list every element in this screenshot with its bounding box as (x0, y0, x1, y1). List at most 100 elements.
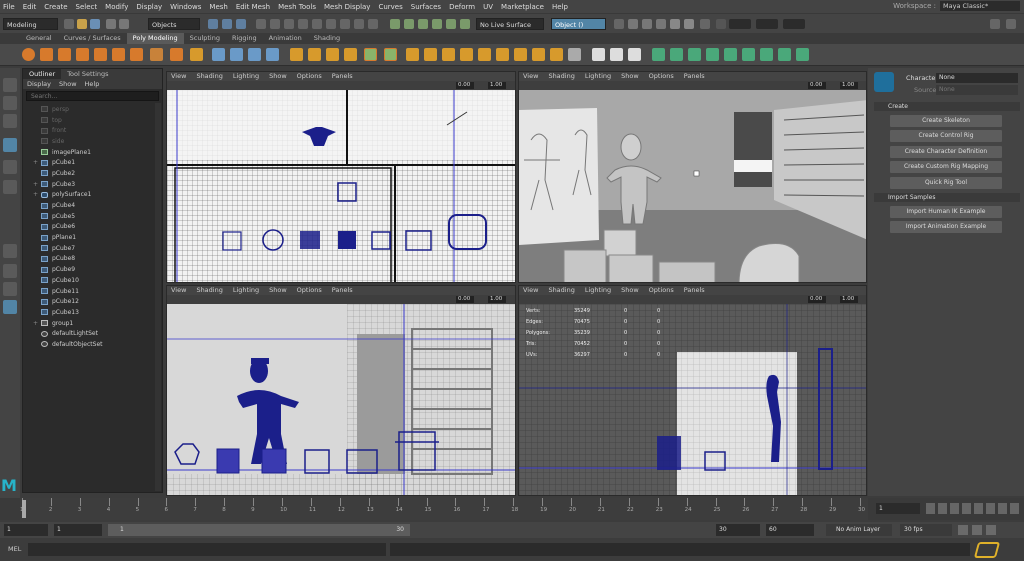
combine-icon[interactable] (212, 48, 225, 61)
step-forward-key-icon[interactable] (986, 503, 995, 514)
outliner-item[interactable]: imagePlane1 (23, 147, 162, 158)
outliner-search-input[interactable]: Search... (26, 91, 159, 101)
poly-torus-icon[interactable] (94, 48, 107, 61)
mode-dropdown[interactable]: Modeling (3, 18, 58, 30)
snap-surface-icon[interactable] (446, 19, 456, 29)
outliner-item[interactable]: pCube2 (23, 168, 162, 179)
select-misc-icon[interactable] (354, 19, 364, 29)
platonic-icon[interactable] (150, 48, 163, 61)
create-skeleton-button[interactable]: Create Skeleton (890, 115, 1002, 127)
import-animation-example-button[interactable]: Import Animation Example (890, 221, 1002, 233)
menu-windows[interactable]: Windows (170, 3, 201, 11)
cylindrical-uv-icon[interactable] (670, 48, 683, 61)
quick-rig-tool-button[interactable]: Quick Rig Tool (890, 177, 1002, 189)
exposure-field[interactable]: 0.00 (456, 82, 474, 89)
go-to-end-icon[interactable] (1010, 503, 1019, 514)
go-to-start-icon[interactable] (926, 503, 935, 514)
poly-cone-icon[interactable] (76, 48, 89, 61)
outliner-menu-show[interactable]: Show (59, 79, 77, 89)
sweep-mesh-icon[interactable] (190, 48, 203, 61)
single-view-icon[interactable] (3, 244, 17, 258)
vp-menu-lighting[interactable]: Lighting (585, 72, 611, 81)
vp-menu-panels[interactable]: Panels (684, 72, 705, 81)
merge-icon[interactable] (460, 48, 473, 61)
viewport-front[interactable]: View Shading Lighting Show Options Panel… (166, 285, 516, 496)
menu-mesh-display[interactable]: Mesh Display (324, 3, 370, 11)
select-handle-icon[interactable] (256, 19, 266, 29)
unfold-uv-icon[interactable] (778, 48, 791, 61)
lock-selection-icon[interactable] (368, 19, 378, 29)
vp-menu-view[interactable]: View (523, 72, 538, 81)
vp-menu-shading[interactable]: Shading (196, 72, 222, 81)
sign-in-icon[interactable] (716, 19, 726, 29)
create-section-header[interactable]: Create (874, 102, 1020, 111)
outliner-item[interactable]: pCube5 (23, 211, 162, 222)
key-settings-icon[interactable] (986, 525, 996, 535)
outliner-item[interactable]: pCube13 (23, 307, 162, 318)
outliner-item[interactable]: pCube11 (23, 286, 162, 297)
render-frame-icon[interactable] (642, 19, 652, 29)
open-scene-icon[interactable] (77, 19, 87, 29)
outliner-menu-display[interactable]: Display (27, 79, 51, 89)
planar-uv-icon[interactable] (652, 48, 665, 61)
outliner-item[interactable]: pPlane1 (23, 232, 162, 243)
undo-icon[interactable] (106, 19, 116, 29)
rotate-tool-icon[interactable] (3, 160, 17, 174)
create-custom-rig-mapping-button[interactable]: Create Custom Rig Mapping (890, 161, 1002, 173)
outliner-item[interactable]: pCube12 (23, 296, 162, 307)
select-surface-icon[interactable] (298, 19, 308, 29)
offset-edge-loop-icon[interactable] (514, 48, 527, 61)
character-dropdown[interactable]: None (936, 73, 1018, 83)
loop-icon[interactable] (958, 525, 968, 535)
channel-box-toggle-icon[interactable] (1006, 19, 1016, 29)
step-forward-icon[interactable] (998, 503, 1007, 514)
component-mode-icon[interactable] (236, 19, 246, 29)
outliner-item[interactable]: + pCube1 (23, 157, 162, 168)
poly-cylinder-icon[interactable] (58, 48, 71, 61)
snap-vertex-icon[interactable] (460, 19, 470, 29)
menu-edit[interactable]: Edit (23, 3, 37, 11)
outliner-item[interactable]: pCube8 (23, 254, 162, 265)
vp-menu-view[interactable]: View (523, 286, 538, 295)
four-view-icon[interactable] (3, 264, 17, 278)
menu-surfaces[interactable]: Surfaces (411, 3, 441, 11)
outliner-item[interactable]: pCube10 (23, 275, 162, 286)
menu-help[interactable]: Help (552, 3, 568, 11)
anim-layer-dropdown[interactable]: No Anim Layer (826, 524, 892, 536)
select-tool-icon[interactable] (3, 78, 17, 92)
new-scene-icon[interactable] (64, 19, 74, 29)
outliner-item[interactable]: defaultObjectSet (23, 339, 162, 350)
gamma-field[interactable]: 1.00 (488, 82, 506, 89)
poly-sphere-icon[interactable] (22, 48, 35, 61)
shelf-tab-shading[interactable]: Shading (308, 33, 346, 44)
import-samples-header[interactable]: Import Samples (874, 193, 1020, 202)
menu-modify[interactable]: Modify (105, 3, 128, 11)
viewport-top[interactable]: View Shading Lighting Show Options Panel… (166, 71, 516, 283)
step-back-icon[interactable] (938, 503, 947, 514)
vp-menu-show[interactable]: Show (269, 286, 287, 295)
menu-marketplace[interactable]: Marketplace (501, 3, 544, 11)
select-joint-icon[interactable] (270, 19, 280, 29)
play-ipr-icon[interactable] (670, 19, 680, 29)
shelf-tab-rigging[interactable]: Rigging (226, 33, 263, 44)
snap-view-icon[interactable] (432, 19, 442, 29)
sew-uv-icon[interactable] (760, 48, 773, 61)
gamma-field[interactable]: 1.00 (840, 82, 858, 89)
vp-menu-panels[interactable]: Panels (332, 286, 353, 295)
menu-file[interactable]: File (3, 3, 15, 11)
bevel-icon[interactable] (326, 48, 339, 61)
expand-toggle-icon[interactable]: + (33, 320, 41, 327)
save-scene-icon[interactable] (90, 19, 100, 29)
vp-menu-options[interactable]: Options (297, 286, 322, 295)
menu-deform[interactable]: Deform (449, 3, 475, 11)
exposure-field[interactable]: 0.00 (456, 296, 474, 303)
shelf-tab-general[interactable]: General (20, 33, 58, 44)
step-back-key-icon[interactable] (950, 503, 959, 514)
select-curve-icon[interactable] (284, 19, 294, 29)
make-hole-icon[interactable] (384, 48, 397, 61)
render-view-icon[interactable] (628, 19, 638, 29)
live-surface-field[interactable]: No Live Surface (476, 18, 544, 30)
expand-toggle-icon[interactable]: + (33, 181, 41, 188)
vp-menu-shading[interactable]: Shading (548, 286, 574, 295)
outliner-item[interactable]: pCube6 (23, 222, 162, 233)
